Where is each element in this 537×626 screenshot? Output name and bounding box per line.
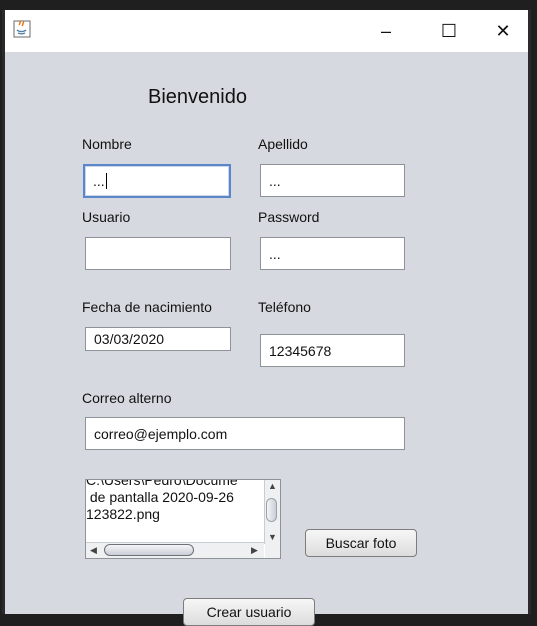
telefono-value: 12345678 bbox=[269, 342, 332, 359]
photo-path-text: C:\Users\Pedro\Docume de pantalla 2020-0… bbox=[86, 479, 264, 523]
photo-path-line-3: 123822.png bbox=[86, 506, 160, 522]
java-app-icon bbox=[13, 20, 31, 38]
photo-path-list[interactable]: C:\Users\Pedro\Docume de pantalla 2020-0… bbox=[85, 479, 281, 559]
buscar-foto-button[interactable]: Buscar foto bbox=[305, 529, 417, 557]
label-fecha-nacimiento: Fecha de nacimiento bbox=[82, 299, 212, 315]
usuario-field[interactable] bbox=[85, 237, 231, 270]
label-password: Password bbox=[258, 209, 320, 225]
correo-alterno-field[interactable]: correo@ejemplo.com bbox=[85, 417, 405, 450]
nombre-value: ... bbox=[93, 173, 105, 189]
vertical-scrollbar[interactable]: ▲ ▼ bbox=[264, 480, 280, 544]
form-panel: Bienvenido Nombre Apellido ... ... Usuar… bbox=[5, 52, 528, 626]
fecha-nacimiento-field[interactable]: 03/03/2020 bbox=[85, 327, 231, 351]
minimize-button[interactable]: – bbox=[364, 10, 408, 52]
apellido-value: ... bbox=[269, 172, 281, 189]
welcome-title: Bienvenido bbox=[148, 86, 247, 108]
apellido-field[interactable]: ... bbox=[260, 164, 405, 197]
scroll-down-icon[interactable]: ▼ bbox=[268, 533, 277, 542]
password-field[interactable]: ... bbox=[260, 237, 405, 270]
maximize-icon: ☐ bbox=[440, 20, 458, 41]
app-window: – ☐ ✕ Bienvenido Nombre Apellido ... ...… bbox=[2, 10, 531, 626]
password-value: ... bbox=[269, 245, 281, 262]
vertical-scroll-thumb[interactable] bbox=[266, 498, 277, 522]
scroll-left-icon[interactable]: ◀ bbox=[90, 546, 97, 555]
horizontal-scrollbar[interactable]: ◀ ▶ bbox=[86, 542, 264, 558]
label-usuario: Usuario bbox=[82, 209, 131, 225]
title-bar: – ☐ ✕ bbox=[5, 10, 528, 52]
label-nombre: Nombre bbox=[82, 136, 132, 152]
close-icon: ✕ bbox=[495, 20, 511, 41]
horizontal-scroll-thumb[interactable] bbox=[104, 544, 194, 556]
nombre-field[interactable]: ... bbox=[83, 164, 231, 198]
minimize-icon: – bbox=[380, 20, 391, 41]
scroll-right-icon[interactable]: ▶ bbox=[251, 546, 258, 555]
photo-path-line-1: C:\Users\Pedro\Docume bbox=[86, 479, 238, 488]
fecha-value: 03/03/2020 bbox=[94, 331, 165, 347]
close-button[interactable]: ✕ bbox=[481, 10, 525, 52]
photo-path-line-2: de pantalla 2020-09-26 bbox=[86, 489, 234, 505]
scroll-up-icon[interactable]: ▲ bbox=[268, 482, 277, 491]
correo-value: correo@ejemplo.com bbox=[94, 425, 228, 442]
scroll-corner bbox=[265, 543, 280, 558]
label-telefono: Teléfono bbox=[258, 299, 311, 315]
label-apellido: Apellido bbox=[258, 136, 308, 152]
text-caret bbox=[105, 173, 107, 189]
label-correo-alterno: Correo alterno bbox=[82, 390, 172, 406]
crear-usuario-button[interactable]: Crear usuario bbox=[183, 598, 315, 626]
maximize-button[interactable]: ☐ bbox=[427, 10, 471, 52]
telefono-field[interactable]: 12345678 bbox=[260, 334, 405, 367]
